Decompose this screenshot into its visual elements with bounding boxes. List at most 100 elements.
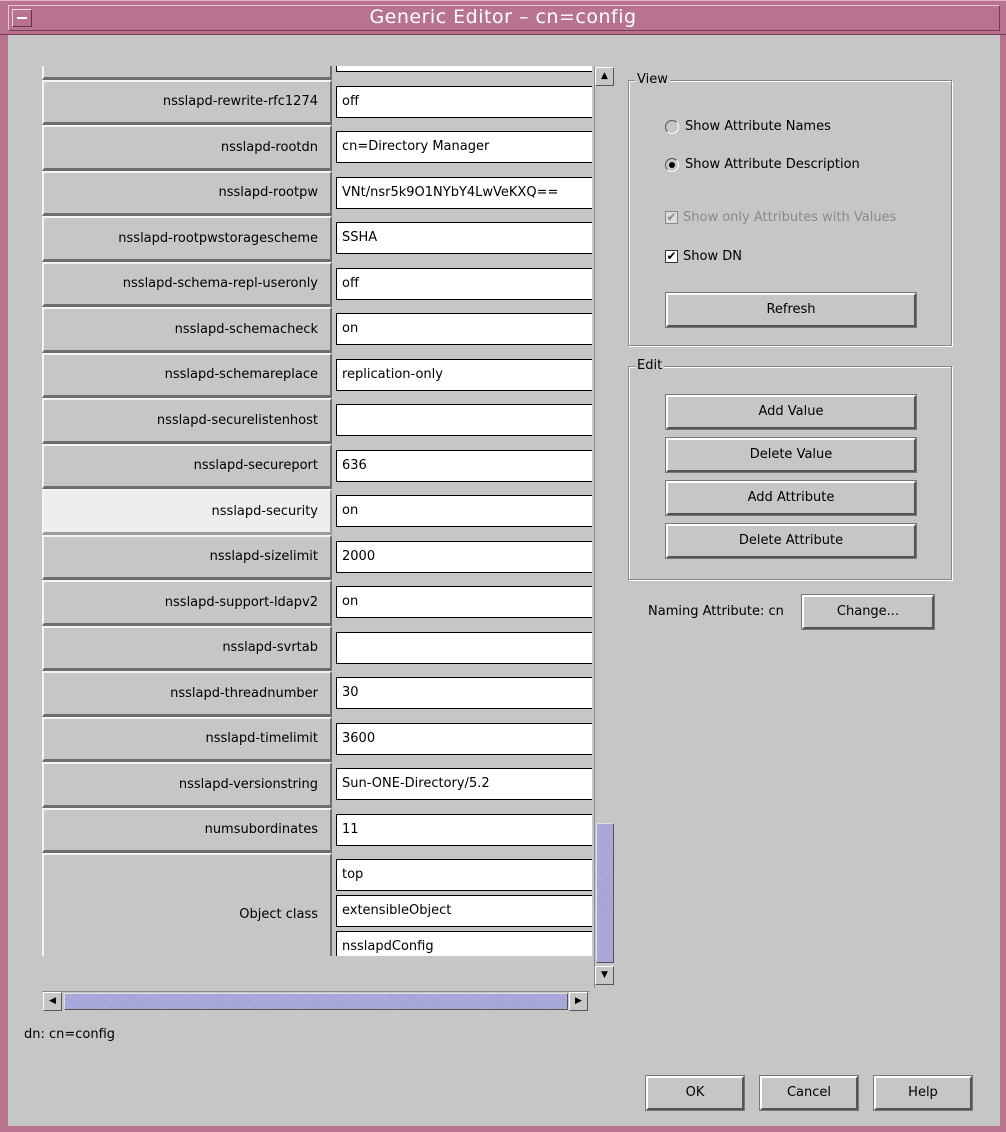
attribute-name[interactable]: nsslapd-schema-repl-useronly bbox=[42, 261, 332, 307]
change-naming-button[interactable]: Change... bbox=[801, 594, 935, 630]
attribute-row[interactable]: nsslapd-sizelimit 2000 bbox=[42, 534, 592, 581]
attribute-row[interactable]: nsslapd-secureport 636 bbox=[42, 443, 592, 489]
attribute-name[interactable]: nsslapd-schemacheck bbox=[42, 307, 332, 353]
delete-attribute-button[interactable]: Delete Attribute bbox=[665, 523, 917, 559]
attribute-name[interactable]: nsslapd-svrtab bbox=[42, 625, 332, 671]
attribute-values: off bbox=[336, 262, 592, 308]
attribute-name[interactable]: nsslapd-secureport bbox=[42, 443, 332, 489]
attribute-name[interactable]: nsslapd-timelimit bbox=[42, 716, 332, 762]
attribute-row[interactable]: nsslapd-timelimit 3600 bbox=[42, 716, 592, 763]
attribute-row[interactable]: nsslapd-svrtab bbox=[42, 625, 592, 671]
horizontal-scroll-thumb[interactable] bbox=[64, 993, 568, 1010]
attribute-row[interactable]: nsslapd-rootpw VNt/nsr5k9O1NYbY4LwVeKXQ== bbox=[42, 170, 592, 217]
attribute-value-field[interactable] bbox=[336, 631, 592, 664]
attribute-values: on bbox=[336, 580, 592, 626]
attribute-value-field[interactable]: nsslapdConfig bbox=[336, 931, 592, 956]
attribute-row[interactable] bbox=[42, 66, 592, 80]
attribute-row[interactable]: nsslapd-threadnumber 30 bbox=[42, 671, 592, 717]
attribute-name[interactable]: nsslapd-security bbox=[42, 489, 332, 535]
attribute-value-field[interactable]: extensibleObject bbox=[336, 895, 592, 927]
attribute-value-field[interactable]: 636 bbox=[336, 449, 592, 482]
attribute-row[interactable]: Object class top extensibleObject nsslapdCo… bbox=[42, 853, 592, 956]
refresh-button[interactable]: Refresh bbox=[665, 292, 917, 328]
attribute-name[interactable]: numsubordinates bbox=[42, 807, 332, 853]
attribute-name[interactable]: nsslapd-rootpwstoragescheme bbox=[42, 216, 332, 262]
horizontal-scrollbar[interactable]: ◀ ▶ bbox=[42, 991, 590, 1011]
attribute-row[interactable]: nsslapd-rewrite-rfc1274 off bbox=[42, 79, 592, 125]
radio-indicator[interactable] bbox=[665, 119, 679, 134]
attribute-name[interactable]: nsslapd-versionstring bbox=[42, 762, 332, 808]
attribute-value-field[interactable]: 2000 bbox=[336, 540, 592, 573]
view-group: View Show Attribute Names Show Attribute… bbox=[628, 72, 952, 346]
show-dn-label: Show DN bbox=[683, 249, 742, 264]
radio-indicator[interactable] bbox=[665, 157, 679, 172]
scroll-left-arrow-icon[interactable]: ◀ bbox=[43, 992, 62, 1011]
attribute-row[interactable]: nsslapd-support-ldapv2 on bbox=[42, 580, 592, 626]
attribute-row[interactable]: nsslapd-securelistenhost bbox=[42, 398, 592, 444]
attribute-value-field[interactable]: cn=Directory Manager bbox=[336, 131, 592, 163]
add-attribute-button[interactable]: Add Attribute bbox=[665, 480, 917, 516]
attribute-row[interactable]: nsslapd-versionstring Sun-ONE-Directory/5… bbox=[42, 762, 592, 808]
delete-value-button[interactable]: Delete Value bbox=[665, 437, 917, 473]
attribute-name[interactable]: nsslapd-rewrite-rfc1274 bbox=[42, 79, 332, 125]
attribute-row[interactable]: nsslapd-rootdn cn=Directory Manager bbox=[42, 125, 592, 171]
attribute-value-field[interactable]: on bbox=[336, 495, 592, 527]
attribute-name[interactable]: Object class bbox=[42, 853, 332, 956]
help-button[interactable]: Help bbox=[873, 1075, 973, 1111]
attribute-name[interactable]: nsslapd-threadnumber bbox=[42, 671, 332, 717]
title-bar[interactable]: Generic Editor – cn=config bbox=[0, 0, 1006, 35]
attribute-value-field[interactable] bbox=[336, 404, 592, 436]
show-only-attributes-label: Show only Attributes with Values bbox=[683, 210, 897, 225]
attribute-values: 30 bbox=[336, 671, 592, 717]
attribute-row[interactable]: nsslapd-rootpwstoragescheme SSHA bbox=[42, 216, 592, 262]
vertical-scroll-thumb[interactable] bbox=[596, 823, 614, 963]
attribute-value-field[interactable]: top bbox=[336, 859, 592, 891]
attribute-values: 3600 bbox=[336, 717, 592, 763]
show-dn-checkbox[interactable]: ✔ Show DN bbox=[665, 249, 742, 264]
attribute-values: VNt/nsr5k9O1NYbY4LwVeKXQ== bbox=[336, 171, 592, 217]
vertical-scrollbar[interactable]: ▲ ▼ bbox=[594, 66, 614, 988]
show-attribute-description-label: Show Attribute Description bbox=[685, 157, 860, 172]
scroll-right-arrow-icon[interactable]: ▶ bbox=[569, 992, 588, 1011]
attribute-value-field[interactable] bbox=[336, 66, 592, 72]
attribute-value-field[interactable]: VNt/nsr5k9O1NYbY4LwVeKXQ== bbox=[336, 176, 592, 209]
attribute-name[interactable] bbox=[42, 66, 332, 80]
attribute-values: on bbox=[336, 307, 592, 353]
edit-group-legend: Edit bbox=[635, 358, 665, 373]
attribute-value-field[interactable]: SSHA bbox=[336, 222, 592, 254]
view-group-legend: View bbox=[635, 72, 670, 87]
scroll-up-arrow-icon[interactable]: ▲ bbox=[595, 67, 614, 86]
attribute-row[interactable]: nsslapd-schemacheck on bbox=[42, 307, 592, 353]
show-attribute-names-radio[interactable]: Show Attribute Names bbox=[665, 119, 831, 134]
attribute-value-field[interactable]: on bbox=[336, 586, 592, 618]
attribute-name[interactable]: nsslapd-schemareplace bbox=[42, 352, 332, 398]
ok-button[interactable]: OK bbox=[645, 1075, 745, 1111]
attribute-values: 11 bbox=[336, 808, 592, 854]
add-value-button[interactable]: Add Value bbox=[665, 394, 917, 430]
attribute-value-field[interactable]: on bbox=[336, 313, 592, 345]
attribute-values: 2000 bbox=[336, 535, 592, 581]
attribute-row[interactable]: nsslapd-schema-repl-useronly off bbox=[42, 261, 592, 308]
attribute-value-field[interactable]: off bbox=[336, 267, 592, 300]
attribute-row[interactable]: nsslapd-schemareplace replication-only bbox=[42, 352, 592, 399]
attribute-value-field[interactable]: 3600 bbox=[336, 722, 592, 755]
attribute-name[interactable]: nsslapd-rootdn bbox=[42, 125, 332, 171]
checkmark-icon: ✔ bbox=[665, 210, 678, 224]
attribute-name[interactable]: nsslapd-support-ldapv2 bbox=[42, 580, 332, 626]
attribute-value-field[interactable]: off bbox=[336, 85, 592, 118]
attribute-value-field[interactable]: replication-only bbox=[336, 358, 592, 391]
attribute-row[interactable]: numsubordinates 11 bbox=[42, 807, 592, 854]
checkmark-icon[interactable]: ✔ bbox=[665, 250, 678, 263]
cancel-button[interactable]: Cancel bbox=[759, 1075, 859, 1111]
attribute-name[interactable]: nsslapd-securelistenhost bbox=[42, 398, 332, 444]
attribute-row[interactable]: nsslapd-security on bbox=[42, 489, 592, 535]
attribute-value-field[interactable]: 30 bbox=[336, 677, 592, 709]
attribute-name[interactable]: nsslapd-sizelimit bbox=[42, 534, 332, 580]
attribute-name[interactable]: nsslapd-rootpw bbox=[42, 170, 332, 216]
attribute-value-field[interactable]: Sun-ONE-Directory/5.2 bbox=[336, 768, 592, 800]
show-attribute-description-radio[interactable]: Show Attribute Description bbox=[665, 157, 860, 172]
attribute-value-field[interactable]: 11 bbox=[336, 813, 592, 846]
scroll-down-arrow-icon[interactable]: ▼ bbox=[595, 966, 614, 985]
attribute-values: replication-only bbox=[336, 353, 592, 399]
attribute-values: top extensibleObject nsslapdConfig bbox=[336, 853, 592, 956]
